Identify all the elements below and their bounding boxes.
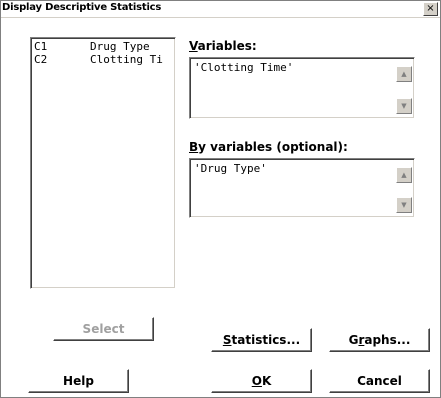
dialog-window: Display Descriptive Statistics × C1 Drug … <box>0 0 441 398</box>
column-name: Clotting Ti <box>90 53 163 66</box>
variables-label: Variables: <box>189 39 257 53</box>
by-variables-scrollbar[interactable]: ▲ ▼ <box>396 161 412 215</box>
window-title: Display Descriptive Statistics <box>2 2 162 13</box>
ok-button-label: K <box>261 374 272 388</box>
graphs-button[interactable]: Graphs... <box>329 328 430 352</box>
column-id: C1 <box>34 40 48 53</box>
help-button[interactable]: Help <box>28 369 129 393</box>
column-name: Drug Type <box>90 40 150 53</box>
variable-list[interactable]: C1 Drug Type C2 Clotting Ti <box>30 37 176 289</box>
by-variables-label-text: y variables (optional): <box>198 140 348 154</box>
column-id: C2 <box>34 53 48 66</box>
graphs-button-label: Graphs... <box>348 333 411 347</box>
by-variables-label: By variables (optional): <box>189 140 348 154</box>
by-variables-field[interactable]: 'Drug Type' ▲ ▼ <box>189 158 415 218</box>
list-item[interactable]: C2 Clotting Ti <box>34 53 163 66</box>
by-variables-value: 'Drug Type' <box>194 162 267 175</box>
variables-field[interactable]: 'Clotting Time' ▲ ▼ <box>189 57 415 119</box>
ok-button[interactable]: OK <box>211 369 312 393</box>
statistics-button[interactable]: Statistics... <box>211 328 312 352</box>
close-icon: × <box>426 3 435 14</box>
scroll-up-icon[interactable]: ▲ <box>396 66 412 82</box>
cancel-button[interactable]: Cancel <box>329 369 430 393</box>
select-button[interactable]: Select <box>53 317 154 341</box>
scroll-down-icon[interactable]: ▼ <box>396 197 412 213</box>
variables-value: 'Clotting Time' <box>194 61 294 74</box>
scroll-up-icon[interactable]: ▲ <box>396 167 412 183</box>
close-button[interactable]: × <box>423 2 438 16</box>
title-bar: Display Descriptive Statistics × <box>1 1 440 18</box>
variables-scrollbar[interactable]: ▲ ▼ <box>396 60 412 116</box>
variables-label-text: ariables: <box>197 39 257 53</box>
scroll-down-icon[interactable]: ▼ <box>396 98 412 114</box>
statistics-button-label: tatistics... <box>231 333 301 347</box>
list-item[interactable]: C1 Drug Type <box>34 40 150 53</box>
